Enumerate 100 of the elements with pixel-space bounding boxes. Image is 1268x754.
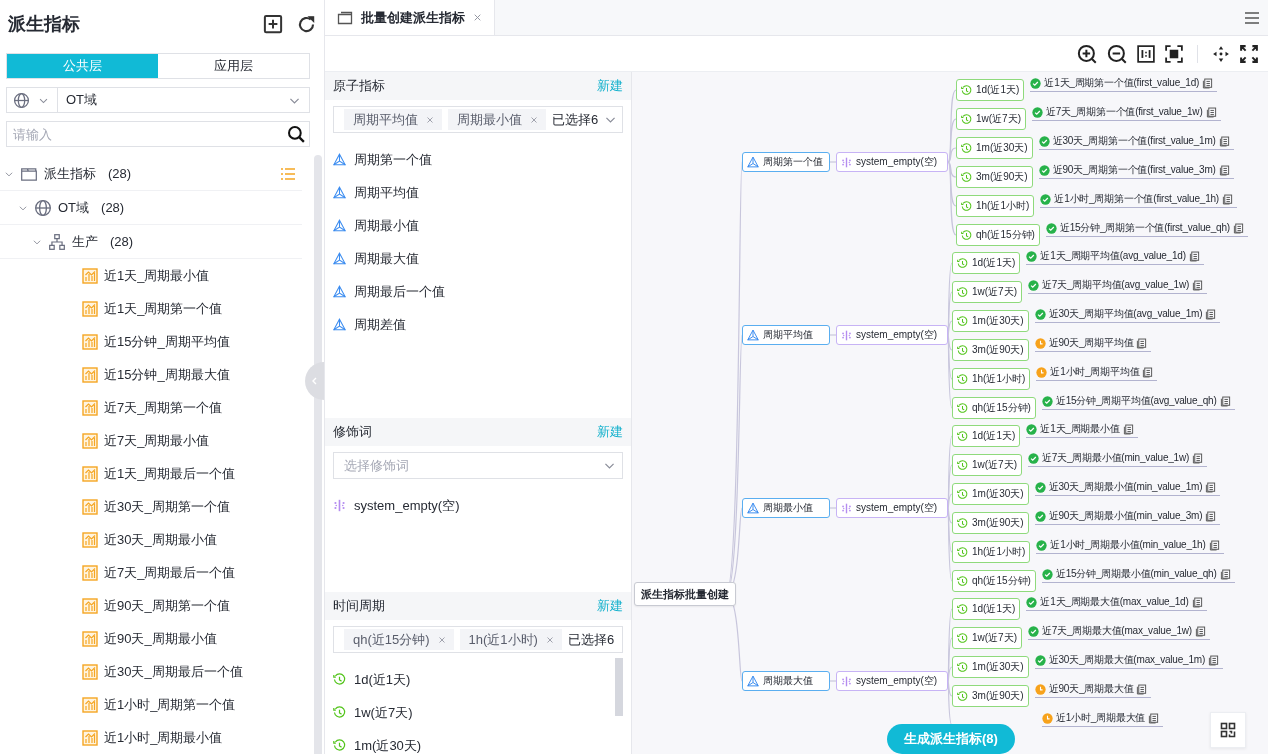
tree-item[interactable]: 近1小时_周期最小值 bbox=[0, 721, 302, 754]
period-node[interactable]: 1w(近7天) bbox=[952, 627, 1022, 649]
period-node[interactable]: 1d(近1天) bbox=[952, 425, 1021, 447]
tree-item[interactable]: 近30天_周期第一个值 bbox=[0, 490, 302, 523]
copy-button[interactable] bbox=[1194, 625, 1206, 637]
period-node[interactable]: 1d(近1天) bbox=[952, 252, 1021, 274]
period-node[interactable]: 1w(近7天) bbox=[952, 454, 1022, 476]
period-node[interactable]: 1h(近1小时) bbox=[952, 368, 1031, 390]
option-item[interactable]: 周期差值 bbox=[333, 308, 609, 341]
option-item[interactable]: 周期最后一个值 bbox=[333, 275, 609, 308]
selected-tag[interactable]: 1h(近1小时) bbox=[459, 629, 562, 650]
tree-item[interactable]: 近1小时_周期第一个值 bbox=[0, 688, 302, 721]
collapse-handle[interactable] bbox=[304, 362, 324, 400]
period-node[interactable]: 3m(近90天) bbox=[952, 339, 1029, 361]
tree-item[interactable]: OT域 (28) bbox=[0, 191, 302, 225]
tree-item[interactable]: 近1天_周期最小值 bbox=[0, 259, 302, 292]
scrollbar[interactable] bbox=[314, 155, 322, 754]
tree-item[interactable]: 近30天_周期最小值 bbox=[0, 523, 302, 556]
period-node[interactable]: 1m(近30天) bbox=[952, 310, 1029, 332]
copy-button[interactable] bbox=[1205, 510, 1217, 522]
atom-node[interactable]: 周期平均值 bbox=[742, 325, 830, 345]
option-item[interactable]: 1m(近30天) bbox=[333, 729, 609, 754]
copy-button[interactable] bbox=[1205, 106, 1217, 118]
copy-button[interactable] bbox=[1218, 135, 1230, 147]
option-item[interactable]: system_empty(空) bbox=[333, 489, 609, 522]
copy-button[interactable] bbox=[1208, 539, 1220, 551]
modifier-node[interactable]: system_empty(空) bbox=[836, 671, 948, 691]
tree-item[interactable]: 近1天_周期最后一个值 bbox=[0, 457, 302, 490]
actual-size-button[interactable] bbox=[1137, 44, 1155, 63]
copy-button[interactable] bbox=[1142, 366, 1154, 378]
period-node[interactable]: 1d(近1天) bbox=[952, 598, 1021, 620]
option-item[interactable]: 周期第一个值 bbox=[333, 143, 609, 176]
copy-button[interactable] bbox=[1191, 596, 1203, 608]
zoom-in-button[interactable] bbox=[1077, 43, 1097, 64]
copy-button[interactable] bbox=[1192, 452, 1204, 464]
root-node[interactable]: 派生指标批量创建 bbox=[634, 582, 736, 606]
tree-item[interactable]: 近90天_周期最小值 bbox=[0, 622, 302, 655]
tree-item[interactable]: 派生指标 (28) bbox=[0, 157, 302, 191]
copy-button[interactable] bbox=[1148, 712, 1160, 724]
copy-button[interactable] bbox=[1232, 222, 1244, 234]
period-node[interactable]: qh(近15分钟) bbox=[952, 397, 1036, 419]
option-item[interactable]: 1w(近7天) bbox=[333, 696, 609, 729]
period-node[interactable]: 1h(近1小时) bbox=[952, 541, 1031, 563]
copy-button[interactable] bbox=[1188, 250, 1200, 262]
copy-button[interactable] bbox=[1218, 164, 1230, 176]
copy-button[interactable] bbox=[1208, 654, 1220, 666]
copy-button[interactable] bbox=[1192, 279, 1204, 291]
fullscreen-button[interactable] bbox=[1240, 44, 1258, 63]
copy-button[interactable] bbox=[1219, 395, 1231, 407]
zoom-out-button[interactable] bbox=[1107, 43, 1127, 64]
option-item[interactable]: 周期最大值 bbox=[333, 242, 609, 275]
tree-item[interactable]: 近7天_周期最后一个值 bbox=[0, 556, 302, 589]
period-node[interactable]: 3m(近90天) bbox=[952, 512, 1029, 534]
tree-item[interactable]: 近30天_周期最后一个值 bbox=[0, 655, 302, 688]
period-node[interactable]: qh(近15分钟) bbox=[952, 570, 1036, 592]
option-item[interactable]: 周期最小值 bbox=[333, 209, 609, 242]
search-field[interactable]: 请输入 bbox=[6, 121, 310, 147]
tree-item[interactable]: 近1天_周期第一个值 bbox=[0, 292, 302, 325]
copy-button[interactable] bbox=[1205, 481, 1217, 493]
period-node[interactable]: 3m(近90天) bbox=[952, 685, 1029, 707]
selected-tag[interactable]: qh(近15分钟) bbox=[344, 629, 454, 650]
atom-node[interactable]: 周期最小值 bbox=[742, 498, 830, 518]
copy-button[interactable] bbox=[1136, 337, 1148, 349]
selected-tag[interactable]: 周期最小值 bbox=[448, 109, 546, 130]
selected-tag[interactable]: 周期平均值 bbox=[344, 109, 442, 130]
center-button[interactable] bbox=[1212, 44, 1230, 63]
copy-button[interactable] bbox=[1219, 568, 1231, 580]
tree-item[interactable]: 近7天_周期第一个值 bbox=[0, 391, 302, 424]
atom-node[interactable]: 周期第一个值 bbox=[742, 152, 830, 172]
period-node[interactable]: 1d(近1天) bbox=[956, 79, 1025, 101]
copy-button[interactable] bbox=[1136, 683, 1148, 695]
period-node[interactable]: 1h(近1小时) bbox=[956, 195, 1035, 217]
qr-code-button[interactable] bbox=[1210, 712, 1246, 748]
tree-item[interactable]: 近15分钟_周期最大值 bbox=[0, 358, 302, 391]
copy-button[interactable] bbox=[1122, 423, 1134, 435]
document-tab[interactable]: 批量创建派生指标 bbox=[325, 0, 495, 35]
tree-item[interactable]: 近7天_周期最小值 bbox=[0, 424, 302, 457]
multi-select-field[interactable]: qh(近15分钟) 1h(近1小时) 已选择6 bbox=[333, 626, 623, 653]
period-node[interactable]: qh(近15分钟) bbox=[956, 224, 1040, 246]
modifier-node[interactable]: system_empty(空) bbox=[836, 325, 948, 345]
atom-node[interactable]: 周期最大值 bbox=[742, 671, 830, 691]
scrollbar[interactable] bbox=[615, 658, 623, 716]
multi-select-field[interactable]: 周期平均值 周期最小值 已选择6 bbox=[333, 106, 623, 133]
period-node[interactable]: 3m(近90天) bbox=[956, 166, 1033, 188]
modifier-node[interactable]: system_empty(空) bbox=[836, 498, 948, 518]
add-button[interactable] bbox=[263, 14, 283, 34]
domain-select[interactable]: OT域 bbox=[6, 87, 310, 113]
fit-screen-button[interactable] bbox=[1165, 44, 1183, 63]
copy-button[interactable] bbox=[1202, 77, 1214, 89]
refresh-button[interactable] bbox=[297, 14, 316, 34]
tree-item[interactable]: 近15分钟_周期平均值 bbox=[0, 325, 302, 358]
period-node[interactable]: 1w(近7天) bbox=[956, 108, 1026, 130]
period-node[interactable]: 1m(近30天) bbox=[952, 483, 1029, 505]
copy-button[interactable] bbox=[1222, 193, 1233, 205]
tree-item[interactable]: 近90天_周期第一个值 bbox=[0, 589, 302, 622]
tree-item[interactable]: 生产 (28) bbox=[0, 225, 302, 259]
option-item[interactable]: 周期平均值 bbox=[333, 176, 609, 209]
period-node[interactable]: 1w(近7天) bbox=[952, 281, 1022, 303]
modifier-node[interactable]: system_empty(空) bbox=[836, 152, 948, 172]
option-item[interactable]: 1d(近1天) bbox=[333, 663, 609, 696]
